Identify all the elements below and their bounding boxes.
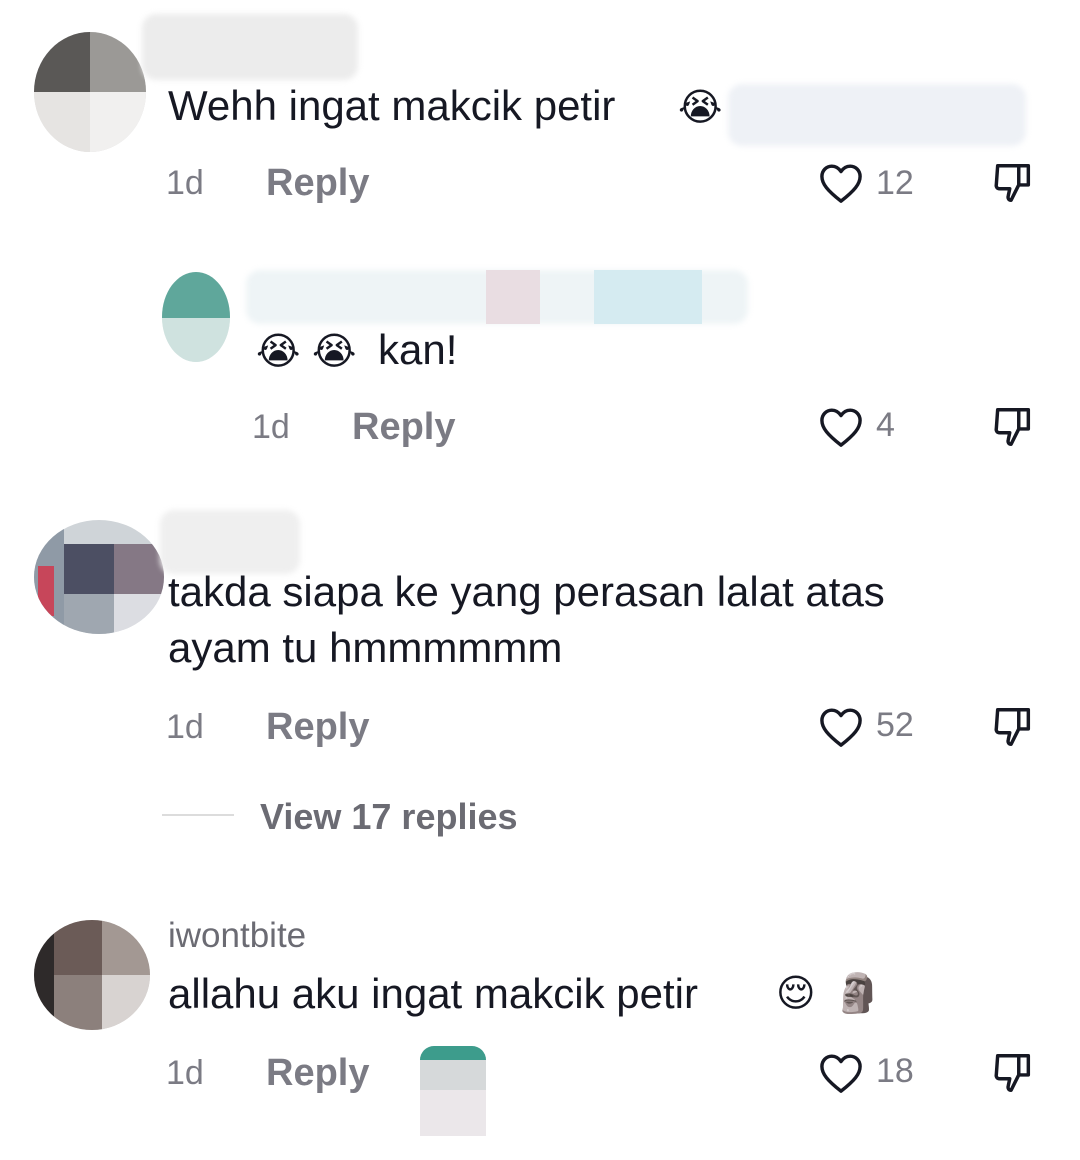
- comment-age: 1d: [166, 708, 204, 746]
- comment-text: allahu aku ingat makcik petir: [168, 970, 698, 1017]
- comment-age: 1d: [166, 1054, 204, 1092]
- moai-emoji: 🗿: [834, 973, 882, 1015]
- crying-emoji: 😭: [256, 331, 301, 373]
- username-redacted-block: [594, 270, 702, 324]
- thumbs-down-icon[interactable]: [990, 1050, 1036, 1096]
- mention-redacted[interactable]: [728, 84, 1026, 146]
- reply-button[interactable]: Reply: [266, 1052, 369, 1095]
- relieved-emoji: 😌: [776, 973, 816, 1015]
- comment-item: Wehh ingat makcik petir 😭 1d Reply 12: [0, 0, 1080, 230]
- thumbs-down-icon[interactable]: [990, 404, 1036, 450]
- reply-button[interactable]: Reply: [266, 162, 369, 205]
- avatar[interactable]: [34, 32, 146, 152]
- comment-text-line: ayam tu hmmmmmm: [168, 624, 563, 671]
- comment-age: 1d: [166, 164, 204, 202]
- like-count: 12: [876, 164, 914, 202]
- heart-outline-icon[interactable]: [818, 162, 864, 204]
- comment-text: kan!: [378, 326, 458, 373]
- username-redacted-block: [486, 270, 540, 324]
- heart-outline-icon[interactable]: [818, 1052, 864, 1094]
- avatar[interactable]: [34, 920, 150, 1030]
- username[interactable]: iwontbite: [168, 916, 306, 956]
- like-count: 52: [876, 706, 914, 744]
- comment-age: 1d: [252, 408, 290, 446]
- comment-text-line: takda siapa ke yang perasan lalat atas: [168, 568, 885, 615]
- reply-item: 😭 😭 kan! 1d Reply 4: [0, 230, 1080, 490]
- comment-item: takda siapa ke yang perasan lalat atas a…: [0, 490, 1080, 880]
- comment-text: Wehh ingat makcik petir: [168, 82, 616, 129]
- view-replies-button[interactable]: View 17 replies: [260, 796, 518, 838]
- heart-outline-icon[interactable]: [818, 706, 864, 748]
- crying-emoji: 😭: [678, 87, 723, 129]
- crying-emoji: 😭: [312, 331, 357, 373]
- like-count: 18: [876, 1052, 914, 1090]
- avatar[interactable]: [34, 520, 164, 634]
- thumbs-down-icon[interactable]: [990, 704, 1036, 750]
- reply-preview-avatar: [420, 1046, 486, 1136]
- reply-button[interactable]: Reply: [266, 706, 369, 749]
- like-count: 4: [876, 406, 895, 444]
- comment-item: iwontbite allahu aku ingat makcik petir …: [0, 880, 1080, 1160]
- avatar[interactable]: [162, 272, 230, 362]
- username-redacted[interactable]: [142, 14, 358, 80]
- reply-button[interactable]: Reply: [352, 406, 455, 449]
- heart-outline-icon[interactable]: [818, 406, 864, 448]
- thumbs-down-icon[interactable]: [990, 160, 1036, 206]
- divider: [162, 814, 234, 816]
